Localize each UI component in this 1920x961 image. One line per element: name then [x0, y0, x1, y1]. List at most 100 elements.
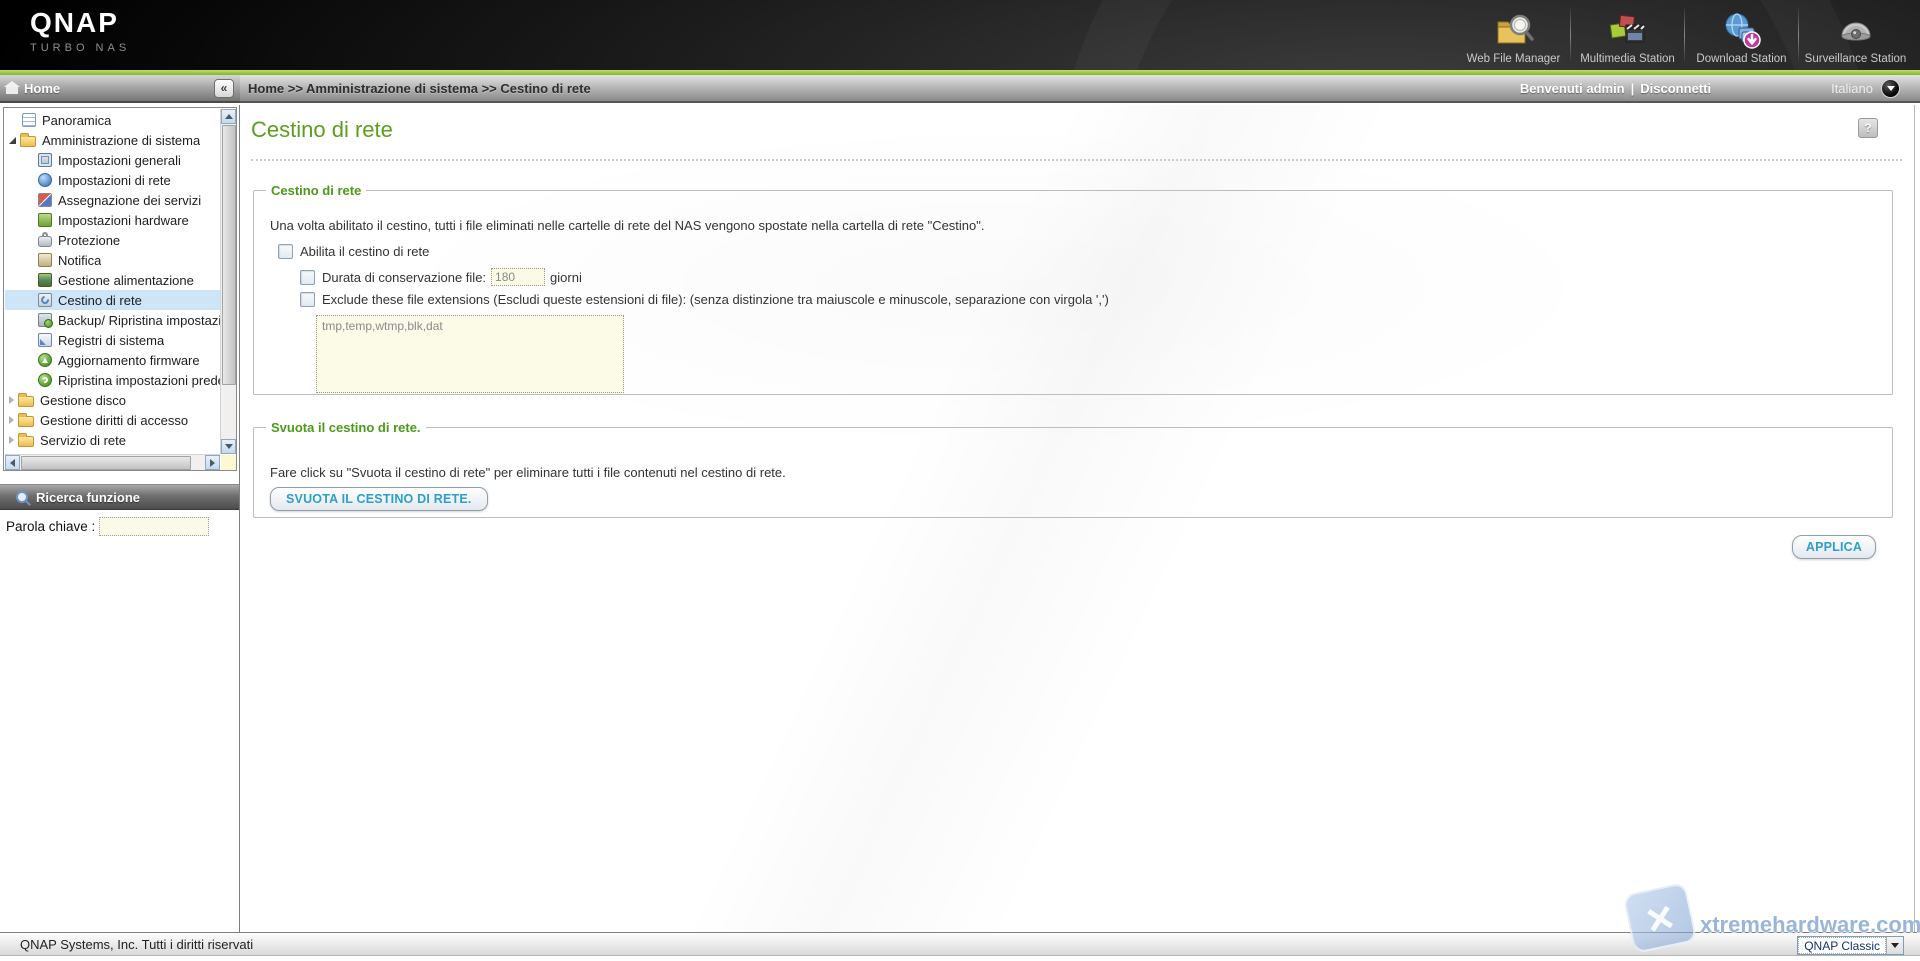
sidebar-item-gestione-alimentazione[interactable]: Gestione alimentazione [5, 270, 220, 290]
tree-expanded-icon[interactable] [9, 136, 16, 144]
station-label: Web File Manager [1466, 53, 1561, 65]
tree-vertical-scrollbar[interactable] [220, 109, 236, 454]
main-content: Cestino di rete ? Cestino di rete Una vo… [241, 105, 1920, 932]
section-description: Fare click su "Svuota il cestino di rete… [270, 465, 786, 480]
language-label: Italiano [1831, 80, 1873, 96]
breadcrumb[interactable]: Home >> Amministrazione di sistema >> Ce… [248, 81, 1520, 96]
sidebar-item-amministrazione-di-sistema[interactable]: Amministrazione di sistema [5, 130, 220, 150]
help-button[interactable]: ? [1858, 118, 1878, 138]
home-icon [4, 81, 20, 94]
empty-recycle-bin-button[interactable]: SVUOTA IL CESTINO DI RETE. [270, 487, 488, 511]
tree-collapsed-icon[interactable] [9, 436, 14, 444]
backup-restore-icon [38, 313, 53, 328]
scroll-down-icon[interactable] [221, 439, 236, 454]
station-label: Multimedia Station [1580, 53, 1675, 65]
sidebar-item-cestino-di-rete[interactable]: Cestino di rete [5, 290, 220, 310]
notification-icon [38, 253, 52, 267]
tree-horizontal-scrollbar[interactable] [5, 454, 220, 470]
download-station-shortcut[interactable]: Download Station [1685, 0, 1798, 70]
multimedia-station-icon [1608, 12, 1648, 50]
bottom-strip [0, 956, 1920, 961]
qnap-logo-text: QNAP [30, 7, 119, 38]
retention-checkbox[interactable] [300, 269, 315, 285]
web-file-manager-icon [1494, 12, 1534, 50]
navigation-tree: Panoramica Amministrazione di sistema Im… [3, 107, 237, 471]
turbo-nas-subtitle: TURBO NAS [30, 42, 131, 54]
tree-rows: Panoramica Amministrazione di sistema Im… [5, 110, 220, 454]
keyword-label: Parola chiave : [6, 519, 96, 534]
surveillance-station-shortcut[interactable]: Surveillance Station [1799, 0, 1912, 70]
restore-defaults-icon [38, 373, 52, 387]
enable-recycle-bin-row: Abilita il cestino di rete [278, 244, 429, 259]
exclude-extensions-checkbox[interactable] [300, 292, 315, 307]
station-label: Download Station [1696, 53, 1787, 65]
enable-recycle-bin-checkbox[interactable] [278, 244, 293, 259]
page-title: Cestino di rete [251, 117, 393, 142]
sidebar-item-panoramica[interactable]: Panoramica [5, 110, 220, 130]
sidebar-item-ripristina-impostazioni-predefinite[interactable]: Ripristina impostazioni predefinite [5, 370, 220, 390]
sidebar-item-registri-di-sistema[interactable]: Registri di sistema [5, 330, 220, 350]
sidebar-item-backup-ripristina-impostazioni[interactable]: Backup/ Ripristina impostazioni [5, 310, 220, 330]
sidebar-item-impostazioni-hardware[interactable]: Impostazioni hardware [5, 210, 220, 230]
sidebar-item-impostazioni-generali[interactable]: Impostazioni generali [5, 150, 220, 170]
status-bar: QNAP Systems, Inc. Tutti i diritti riser… [0, 932, 1920, 956]
language-selector[interactable]: Italiano [1831, 78, 1900, 98]
scroll-left-icon[interactable] [5, 455, 20, 470]
sidebar: Panoramica Amministrazione di sistema Im… [0, 105, 240, 932]
enable-recycle-bin-label[interactable]: Abilita il cestino di rete [300, 244, 429, 259]
sidebar-item-aggiornamento-firmware[interactable]: Aggiornamento firmware [5, 350, 220, 370]
sidebar-item-servizio-di-rete[interactable]: Servizio di rete [5, 430, 220, 450]
power-management-icon [38, 273, 52, 287]
sidebar-title: Home [24, 80, 61, 96]
welcome-text: Benvenuti admin [1519, 80, 1625, 96]
keyword-search-row: Parola chiave : [0, 517, 239, 536]
sidebar-item-protezione[interactable]: Protezione [5, 230, 220, 250]
surveillance-station-icon [1836, 12, 1876, 50]
scroll-up-icon[interactable] [221, 109, 236, 124]
tree-collapsed-icon[interactable] [9, 396, 14, 404]
sidebar-item-assegnazione-dei-servizi[interactable]: Assegnazione dei servizi [5, 190, 220, 210]
system-logs-icon [38, 333, 52, 347]
section-legend: Svuota il cestino di rete. [271, 420, 421, 435]
top-header: QNAP TURBO NAS Web File Manager Multimed… [0, 0, 1920, 70]
service-assignment-icon [38, 193, 52, 207]
apply-button[interactable]: APPLICA [1792, 535, 1876, 559]
welcome-area: Benvenuti admin | Disconnetti [1520, 81, 1711, 96]
sidebar-collapse-button[interactable]: « [214, 78, 234, 98]
scroll-right-icon[interactable] [205, 455, 220, 470]
language-dropdown-icon[interactable] [1881, 78, 1900, 98]
qnap-logo: QNAP TURBO NAS [30, 7, 131, 55]
sidebar-item-notifica[interactable]: Notifica [5, 250, 220, 270]
tree-collapsed-icon[interactable] [9, 416, 14, 424]
breadcrumb-bar: Home >> Amministrazione di sistema >> Ce… [240, 75, 1920, 103]
network-settings-icon [38, 173, 52, 187]
vertical-scroll-thumb[interactable] [222, 125, 236, 385]
theme-dropdown-icon[interactable] [1886, 937, 1903, 954]
keyword-input[interactable] [99, 517, 210, 536]
empty-recycle-bin-section: Svuota il cestino di rete. Fare click su… [253, 420, 1893, 518]
welcome-separator: | [1630, 80, 1635, 96]
extensions-textarea[interactable]: tmp,temp,wtmp,blk,dat [316, 315, 624, 393]
exclude-extensions-row: Exclude these file extensions (Escludi q… [300, 292, 1109, 307]
web-file-manager-shortcut[interactable]: Web File Manager [1457, 0, 1570, 70]
search-icon [16, 491, 28, 503]
sidebar-item-gestione-disco[interactable]: Gestione disco [5, 390, 220, 410]
section-legend: Cestino di rete [271, 183, 362, 198]
retention-days-input[interactable] [491, 268, 546, 286]
overview-icon [22, 113, 36, 127]
multimedia-station-shortcut[interactable]: Multimedia Station [1571, 0, 1684, 70]
theme-select[interactable]: QNAP Classic [1797, 936, 1904, 955]
retention-row: Durata di conservazione file: giorni [300, 268, 582, 286]
theme-select-value: QNAP Classic [1798, 937, 1886, 954]
hardware-settings-icon [38, 213, 52, 227]
content-right-divider [1914, 105, 1915, 932]
recycle-bin-settings-section: Cestino di rete Una volta abilitato il c… [253, 183, 1893, 395]
sidebar-item-impostazioni-di-rete[interactable]: Impostazioni di rete [5, 170, 220, 190]
network-recycle-bin-icon [38, 293, 52, 307]
exclude-extensions-label[interactable]: Exclude these file extensions (Escludi q… [322, 292, 1109, 307]
sidebar-item-gestione-diritti-di-accesso[interactable]: Gestione diritti di accesso [5, 410, 220, 430]
scrollbar-corner [221, 455, 236, 470]
logout-link[interactable]: Disconnetti [1640, 81, 1711, 96]
retention-label[interactable]: Durata di conservazione file: [322, 270, 486, 285]
horizontal-scroll-thumb[interactable] [21, 456, 191, 470]
